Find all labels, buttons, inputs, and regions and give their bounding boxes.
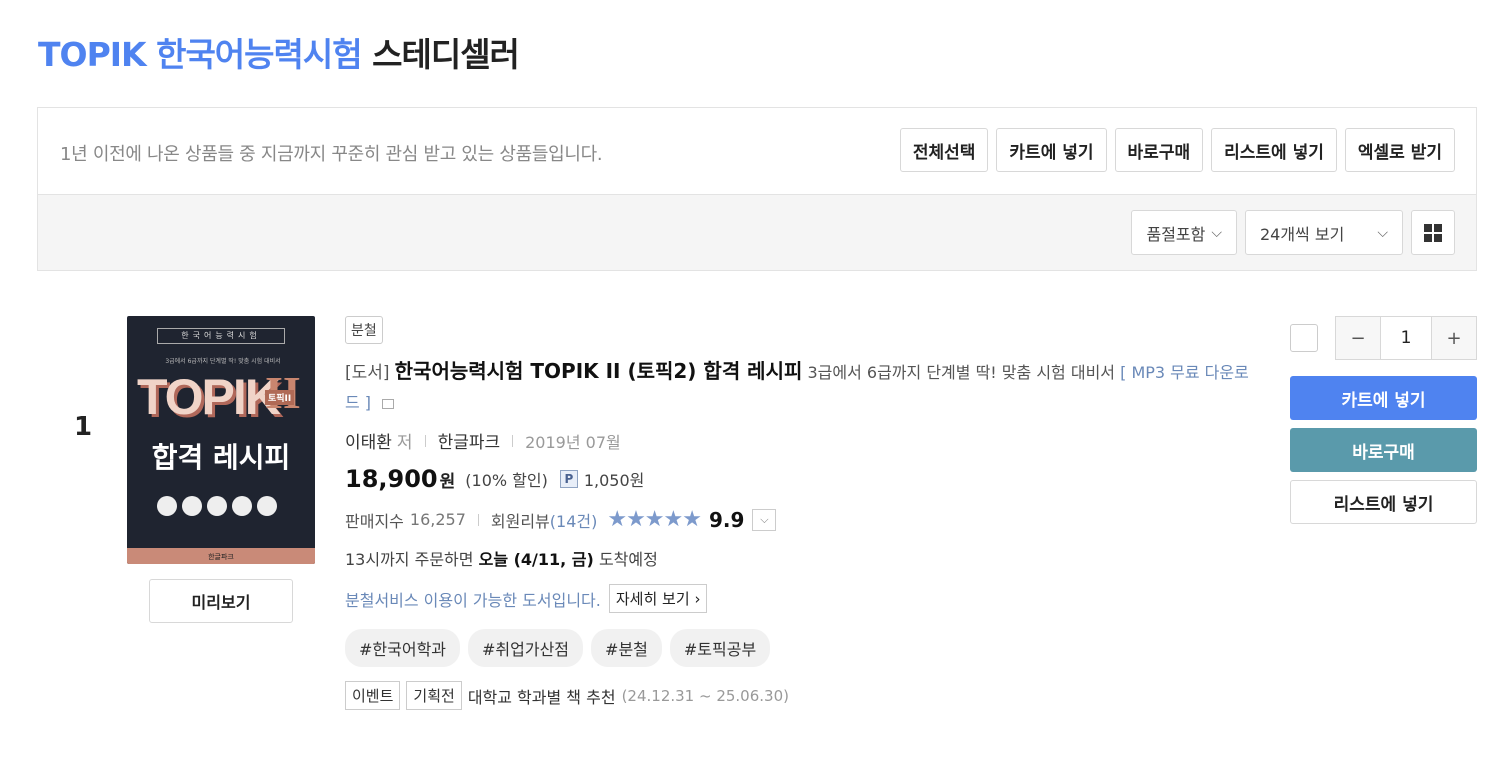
author-line: 이태환 저 한글파크 2019년 07월 [345, 428, 1265, 454]
tag-list: #한국어학과 #취업가산점 #분철 #토픽공부 [345, 629, 1265, 667]
divider [424, 434, 426, 447]
sales-index-value: 16,257 [409, 510, 466, 529]
product-select-checkbox[interactable] [1290, 324, 1318, 352]
cover-circles [157, 496, 277, 516]
tag-item[interactable]: #분철 [591, 629, 662, 667]
product-category: [도서] [345, 363, 390, 383]
discount-rate: (10% 할인) [465, 471, 548, 490]
soldout-filter-select[interactable]: 품절포함 ⌵ [1131, 210, 1237, 255]
detail-view-label: 자세히 보기 [615, 590, 690, 608]
buy-now-button[interactable]: 바로구매 [1290, 428, 1477, 472]
divider [512, 434, 514, 447]
page-title-rest: 스테디셀러 [372, 35, 520, 74]
toolbar-top: 1년 이전에 나온 상품들 중 지금까지 꾸준히 관심 받고 있는 상품들입니다… [38, 108, 1476, 195]
product-title-line: [도서] 한국어능력시험 TOPIK II (토픽2) 합격 레시피 3급에서 … [345, 356, 1260, 418]
product-info: 분철 [도서] 한국어능력시험 TOPIK II (토픽2) 합격 레시피 3급… [345, 316, 1265, 710]
review-label: 회원리뷰 [490, 511, 550, 531]
rating-detail-chevron-icon[interactable]: ⌵ [752, 508, 777, 531]
delivery-date: 오늘 (4/11, 금) [478, 550, 594, 569]
stats-line: 판매지수 16,257 회원리뷰 (14건) ★★★★★ 9.9 ⌵ [345, 507, 1265, 532]
points-value: 1,050원 [583, 471, 645, 490]
chevron-down-icon: ⌵ [1377, 224, 1388, 241]
delivery-prefix: 13시까지 주문하면 [345, 550, 474, 569]
divider [477, 513, 479, 526]
page-title: TOPIK 한국어능력시험 스테디셀러 [38, 28, 520, 76]
sales-index-label: 판매지수 [345, 511, 404, 531]
price-value: 18,900 [345, 465, 438, 493]
author-link[interactable]: 이태환 [345, 428, 392, 453]
add-to-cart-button[interactable]: 카트에 넣기 [1290, 376, 1477, 420]
toolbar-buttons: 전체선택 카트에 넣기 바로구매 리스트에 넣기 엑셀로 받기 [899, 128, 1455, 172]
toolbar-description: 1년 이전에 나온 상품들 중 지금까지 꾸준히 관심 받고 있는 상품들입니다… [60, 144, 603, 165]
price-currency: 원 [439, 471, 456, 492]
buy-now-all-button[interactable]: 바로구매 [1114, 128, 1204, 172]
rating-stars-icon: ★★★★★ [607, 507, 702, 532]
quantity-stepper: − 1 + [1335, 316, 1477, 360]
split-badge: 분철 [345, 316, 383, 344]
price-line: 18,900 원 (10% 할인) P 1,050원 [345, 465, 1265, 493]
event-badge: 이벤트 [345, 681, 401, 710]
event-period: (24.12.31 ~ 25.06.30) [621, 686, 789, 705]
quantity-input[interactable]: 1 [1380, 317, 1432, 359]
publish-date: 2019년 07월 [525, 432, 621, 452]
view-count-select[interactable]: 24개씩 보기 ⌵ [1245, 210, 1403, 255]
product-name-link[interactable]: 한국어능력시험 TOPIK II (토픽2) 합격 레시피 [395, 359, 803, 383]
quantity-plus-button[interactable]: + [1432, 317, 1476, 359]
event-link[interactable]: 대학교 학과별 책 추천 [468, 684, 616, 708]
soldout-filter-label: 품절포함 [1146, 224, 1206, 244]
add-to-cart-all-button[interactable]: 카트에 넣기 [996, 128, 1107, 172]
detail-view-button[interactable]: 자세히 보기 › [608, 584, 708, 613]
delivery-suffix: 도착예정 [598, 550, 658, 569]
split-service-text: 분철서비스 이용이 가능한 도서입니다. [345, 590, 601, 610]
filter-row: 품절포함 ⌵ 24개씩 보기 ⌵ [1131, 210, 1455, 255]
tag-item[interactable]: #취업가산점 [468, 629, 584, 667]
quantity-minus-button[interactable]: − [1336, 317, 1380, 359]
action-top-row: − 1 + [1290, 316, 1477, 360]
cover-logo: TOPIK [137, 369, 281, 425]
review-count-link[interactable]: (14건) [550, 508, 598, 532]
excel-download-button[interactable]: 엑셀로 받기 [1344, 128, 1455, 172]
add-to-list-all-button[interactable]: 리스트에 넣기 [1211, 128, 1337, 172]
author-role: 저 [396, 433, 413, 453]
points-icon: P [559, 470, 578, 488]
new-window-icon[interactable] [382, 398, 395, 409]
book-cover-image[interactable]: 한국어능력시험 3급에서 6급까지 단계별 딱! 맞춤 시험 대비서 TOPIK… [127, 316, 315, 564]
grid-view-icon[interactable] [1411, 210, 1455, 255]
rank-number: 1 [74, 412, 93, 442]
page-title-accent: TOPIK 한국어능력시험 [38, 35, 363, 74]
chevron-right-icon: › [694, 590, 701, 608]
product-actions: − 1 + 카트에 넣기 바로구매 리스트에 넣기 [1290, 316, 1477, 524]
toolbar-filters: 품절포함 ⌵ 24개씩 보기 ⌵ [38, 195, 1476, 270]
rating-score: 9.9 [708, 507, 745, 532]
cover-publisher: 한글파크 [208, 553, 234, 561]
split-service-line: 분철서비스 이용이 가능한 도서입니다. 자세히 보기 › [345, 584, 1265, 613]
list-toolbar: 1년 이전에 나온 상품들 중 지금까지 꾸준히 관심 받고 있는 상품들입니다… [37, 107, 1477, 271]
tag-item[interactable]: #토픽공부 [669, 629, 771, 667]
preview-button[interactable]: 미리보기 [149, 579, 293, 623]
view-count-label: 24개씩 보기 [1260, 224, 1345, 244]
add-to-list-button[interactable]: 리스트에 넣기 [1290, 480, 1477, 524]
cover-top-text: 한국어능력시험 [157, 328, 285, 344]
cover-sub-text: 3급에서 6급까지 단계별 딱! 맞춤 시험 대비서 [165, 358, 281, 365]
product-subtitle: 3급에서 6급까지 단계별 딱! 맞춤 시험 대비서 [807, 363, 1116, 382]
chevron-down-icon: ⌵ [1211, 224, 1222, 241]
publisher-link[interactable]: 한글파크 [438, 428, 501, 453]
delivery-info: 13시까지 주문하면 오늘 (4/11, 금) 도착예정 [345, 546, 1265, 570]
tag-item[interactable]: #한국어학과 [345, 629, 461, 667]
cover-title: 합격 레시피 [151, 441, 291, 474]
cover-tag: 토픽II [265, 390, 295, 405]
select-all-button[interactable]: 전체선택 [899, 128, 989, 172]
exhibition-badge: 기획전 [406, 681, 462, 710]
event-line: 이벤트 기획전 대학교 학과별 책 추천 (24.12.31 ~ 25.06.3… [345, 681, 1265, 710]
